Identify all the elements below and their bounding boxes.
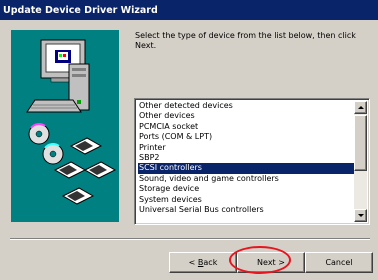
window-title: Update Device Driver Wizard <box>0 0 378 20</box>
list-item[interactable]: SBP2 <box>138 153 354 163</box>
button-separator <box>10 238 370 240</box>
floppy-disk-icon <box>53 137 117 205</box>
list-item[interactable]: Other devices <box>138 111 354 121</box>
list-item[interactable]: Storage device <box>138 184 354 194</box>
list-item[interactable]: Sound, video and game controllers <box>138 174 354 184</box>
list-item[interactable]: Printer <box>138 143 354 153</box>
next-button[interactable]: Next > <box>237 252 305 273</box>
list-item[interactable]: PCMCIA socket <box>138 122 354 132</box>
list-item[interactable]: Universal Serial Bus controllers <box>138 205 354 215</box>
cancel-button[interactable]: Cancel <box>305 252 373 273</box>
device-type-list: Other detected devices Other devices PCM… <box>138 101 354 215</box>
back-button[interactable]: < Back <box>169 252 237 273</box>
back-label-rest: ack <box>203 258 218 267</box>
instructions-text: Select the type of device from the list … <box>135 31 356 50</box>
back-prefix: < <box>188 258 198 267</box>
vertical-scrollbar[interactable] <box>354 101 367 222</box>
list-item[interactable]: Other detected devices <box>138 101 354 111</box>
scrollbar-thumb[interactable] <box>354 115 367 171</box>
list-item[interactable]: System devices <box>138 195 354 205</box>
device-type-listbox[interactable]: Other detected devices Other devices PCM… <box>134 98 370 225</box>
scroll-down-button[interactable] <box>354 209 367 222</box>
list-item[interactable]: Ports (COM & LPT) <box>138 132 354 142</box>
list-item-selected[interactable]: SCSI controllers <box>138 163 354 174</box>
scroll-down-icon <box>358 214 364 217</box>
scroll-up-button[interactable] <box>354 101 367 114</box>
scroll-up-icon <box>358 106 364 109</box>
